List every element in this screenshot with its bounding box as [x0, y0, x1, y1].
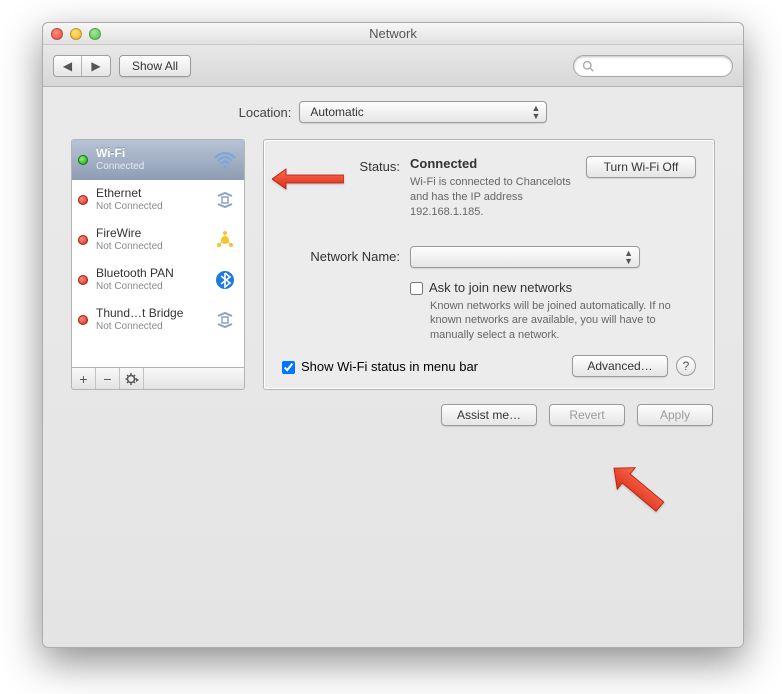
location-popup[interactable]: Automatic ▲▼ [299, 101, 547, 123]
service-ethernet[interactable]: Ethernet Not Connected [72, 180, 244, 220]
status-dot-icon [78, 195, 88, 205]
service-bluetooth[interactable]: Bluetooth PAN Not Connected [72, 260, 244, 300]
remove-service-button[interactable]: − [96, 368, 120, 389]
service-list[interactable]: Wi-Fi Connected Ethernet Not Connected [71, 139, 245, 368]
add-service-button[interactable]: + [72, 368, 96, 389]
show-menubar-checkbox[interactable]: Show Wi-Fi status in menu bar [282, 359, 478, 374]
status-value: Connected [410, 156, 477, 171]
ethernet-icon [212, 311, 238, 329]
service-name: Wi-Fi [96, 147, 212, 161]
service-name: Bluetooth PAN [96, 267, 212, 281]
assist-me-button[interactable]: Assist me… [441, 404, 537, 426]
service-status: Not Connected [96, 321, 212, 333]
network-name-popup[interactable]: ▲▼ [410, 246, 640, 268]
ask-to-join-label: Ask to join new networks [429, 280, 572, 295]
service-name: FireWire [96, 227, 212, 241]
show-all-button[interactable]: Show All [119, 55, 191, 77]
revert-button[interactable]: Revert [549, 404, 625, 426]
status-dot-icon [78, 235, 88, 245]
popup-arrows-icon: ▲▼ [624, 249, 633, 265]
back-button[interactable]: ◀ [54, 56, 82, 76]
advanced-button[interactable]: Advanced… [572, 355, 668, 377]
location-value: Automatic [310, 105, 363, 119]
status-dot-icon [78, 315, 88, 325]
service-thunderbolt[interactable]: Thund…t Bridge Not Connected [72, 300, 244, 340]
forward-button[interactable]: ▶ [82, 56, 110, 76]
annotation-arrow [272, 167, 344, 196]
status-dot-icon [78, 155, 88, 165]
search-input[interactable] [573, 55, 733, 77]
apply-button[interactable]: Apply [637, 404, 713, 426]
nav-back-forward[interactable]: ◀ ▶ [53, 55, 111, 77]
service-status: Not Connected [96, 281, 212, 293]
turn-wifi-off-button[interactable]: Turn Wi-Fi Off [586, 156, 696, 178]
bluetooth-icon [212, 270, 238, 290]
help-button[interactable]: ? [676, 356, 696, 376]
ask-to-join-checkbox[interactable]: Ask to join new networks [410, 280, 696, 295]
ask-to-join-description: Known networks will be joined automatica… [430, 299, 696, 344]
wifi-icon [212, 151, 238, 169]
firewire-icon [212, 230, 238, 250]
popup-arrows-icon: ▲▼ [531, 104, 540, 120]
service-wifi[interactable]: Wi-Fi Connected [72, 140, 244, 180]
annotation-arrow [604, 454, 676, 531]
service-name: Ethernet [96, 187, 212, 201]
service-actions-button[interactable] [120, 368, 144, 389]
service-status: Connected [96, 161, 212, 173]
window-title: Network [43, 26, 743, 41]
ethernet-icon [212, 191, 238, 209]
service-status: Not Connected [96, 201, 212, 213]
gear-icon [125, 372, 139, 386]
service-name: Thund…t Bridge [96, 307, 212, 321]
status-dot-icon [78, 275, 88, 285]
status-description: Wi-Fi is connected to Chancelots and has… [410, 175, 574, 220]
location-label: Location: [239, 105, 292, 120]
search-icon [582, 60, 594, 72]
service-status: Not Connected [96, 241, 212, 253]
network-name-label: Network Name: [282, 246, 410, 264]
service-firewire[interactable]: FireWire Not Connected [72, 220, 244, 260]
show-menubar-label: Show Wi-Fi status in menu bar [301, 359, 478, 374]
